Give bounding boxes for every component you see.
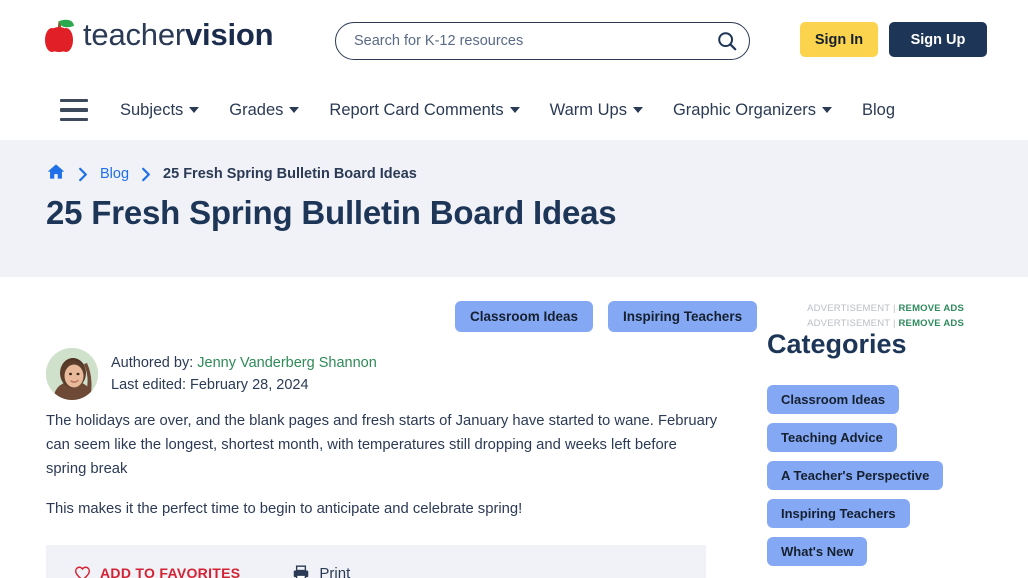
apple-body (45, 27, 73, 52)
last-edited-line: Last edited: February 28, 2024 (111, 377, 377, 393)
page-root: teachervision Sign In Sign Up Subjects (0, 0, 1028, 578)
tag-chip-inspiring-teachers[interactable]: Inspiring Teachers (608, 301, 758, 332)
print-label: Print (319, 564, 351, 578)
nav-label: Report Card Comments (329, 100, 504, 119)
advertisement-separator: | (892, 303, 896, 314)
apple-icon (44, 17, 75, 52)
chevron-right-icon (78, 167, 88, 182)
hamburger-line (60, 99, 88, 103)
page-title: 25 Fresh Spring Bulletin Board Ideas (46, 194, 617, 231)
breadcrumb: Blog 25 Fresh Spring Bulletin Board Idea… (46, 162, 417, 186)
category-chip-inspiring-teachers[interactable]: Inspiring Teachers (767, 499, 910, 528)
chevron-down-icon (289, 107, 300, 113)
logo-text: teachervision (83, 17, 274, 53)
breadcrumb-current-page: 25 Fresh Spring Bulletin Board Ideas (163, 166, 417, 182)
chevron-right-icon (141, 167, 151, 182)
nav-label: Blog (862, 100, 896, 119)
remove-ads-link[interactable]: REMOVE ADS (898, 303, 964, 314)
author-avatar (46, 348, 98, 400)
category-chip-whats-new[interactable]: What's New (767, 537, 868, 566)
add-to-favorites-button[interactable]: ADD TO FAVORITES (74, 543, 240, 578)
search-input[interactable] (336, 33, 705, 49)
nav-label: Grades (229, 100, 284, 119)
nav-item-warm-ups[interactable]: Warm Ups (550, 101, 643, 120)
authored-by-label: Authored by: (111, 355, 194, 371)
chevron-down-icon (509, 107, 520, 113)
nav-item-subjects[interactable]: Subjects (120, 100, 200, 120)
nav-item-report-card-comments[interactable]: Report Card Comments (329, 100, 520, 120)
last-edited-label: Last edited: (111, 377, 186, 393)
author-block: Authored by: Jenny Vanderberg Shannon La… (46, 348, 377, 400)
site-logo[interactable]: teachervision (44, 17, 274, 53)
nav-item-grades[interactable]: Grades (229, 100, 300, 120)
category-chip-a-teachers-perspective[interactable]: A Teacher's Perspective (767, 461, 944, 490)
hamburger-line (60, 108, 88, 112)
article-paragraph: The holidays are over, and the blank pag… (46, 413, 718, 477)
remove-ads-link[interactable]: REMOVE ADS (898, 318, 964, 329)
hamburger-menu-icon[interactable] (60, 99, 88, 121)
search-button[interactable] (705, 23, 749, 59)
chevron-down-icon (632, 107, 643, 113)
tag-chip-classroom-ideas[interactable]: Classroom Ideas (455, 301, 594, 332)
nav-item-blog[interactable]: Blog (862, 101, 895, 120)
nav-label: Subjects (120, 100, 184, 119)
chevron-down-icon (822, 107, 833, 113)
nav-label: Warm Ups (549, 100, 627, 119)
category-chip-teaching-advice[interactable]: Teaching Advice (767, 423, 897, 452)
article-body: The holidays are over, and the blank pag… (46, 409, 718, 537)
top-header-bar: teachervision Sign In Sign Up (0, 0, 1028, 80)
breadcrumb-link-blog[interactable]: Blog (100, 166, 129, 182)
author-meta: Authored by: Jenny Vanderberg Shannon La… (111, 355, 377, 393)
heart-icon (74, 566, 91, 578)
advertisement-notice: ADVERTISEMENT | REMOVE ADS (807, 301, 964, 316)
last-edited-date: February 28, 2024 (190, 377, 309, 393)
chevron-down-icon (189, 107, 200, 113)
logo-text-teacher: teacher (83, 17, 185, 52)
add-to-favorites-label: ADD TO FAVORITES (100, 565, 241, 578)
hamburger-line (60, 117, 88, 121)
category-chip-classroom-ideas[interactable]: Classroom Ideas (767, 385, 900, 414)
hero-section: Blog 25 Fresh Spring Bulletin Board Idea… (0, 140, 1028, 277)
nav-label: Graphic Organizers (672, 100, 817, 119)
advertisement-notice-block: ADVERTISEMENT | REMOVE ADS ADVERTISEMENT… (807, 301, 964, 331)
search-icon (718, 32, 737, 51)
categories-heading: Categories (767, 329, 907, 359)
authored-by-line: Authored by: Jenny Vanderberg Shannon (111, 355, 377, 371)
home-icon[interactable] (46, 162, 66, 186)
sign-in-button[interactable]: Sign In (800, 22, 878, 57)
categories-list: Classroom Ideas Teaching Advice A Teache… (767, 385, 944, 566)
author-name-link[interactable]: Jenny Vanderberg Shannon (197, 355, 377, 371)
advertisement-label: ADVERTISEMENT (807, 318, 891, 329)
advertisement-separator: | (892, 318, 896, 329)
main-navigation: Subjects Grades Report Card Comments War… (0, 80, 1028, 140)
logo-text-vision: vision (185, 17, 274, 52)
article-paragraph: This makes it the perfect time to begin … (46, 501, 523, 517)
sign-up-button[interactable]: Sign Up (889, 22, 987, 57)
nav-item-graphic-organizers[interactable]: Graphic Organizers (672, 100, 833, 120)
search-bar[interactable] (335, 22, 750, 60)
advertisement-label: ADVERTISEMENT (807, 303, 891, 314)
printer-icon (294, 565, 309, 578)
print-button[interactable]: Print (292, 543, 350, 578)
article-tag-list: Classroom Ideas Inspiring Teachers (455, 301, 758, 332)
article-action-bar: ADD TO FAVORITES Print (46, 545, 706, 578)
